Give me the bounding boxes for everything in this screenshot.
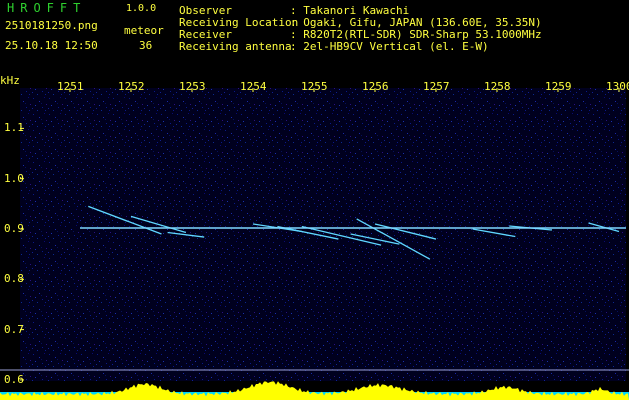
y-tick-label: 1.0	[4, 171, 24, 185]
antenna-label: Receiving antenna	[179, 40, 292, 53]
x-tick-label: 1300	[606, 80, 629, 93]
event-count: 36	[139, 39, 153, 52]
event-type-label: meteor	[124, 24, 164, 37]
y-tick-label: 0.7	[4, 322, 24, 336]
x-tick-label: 1258	[484, 80, 511, 93]
y-tick-label: 0.9	[4, 222, 24, 235]
spectrogram-background	[20, 88, 626, 381]
timestamp: 25.10.18 12:50	[5, 39, 98, 52]
x-tick-label: 1255	[301, 80, 328, 93]
app-title: HROFFT	[7, 1, 87, 15]
x-tick-label: 1259	[545, 80, 572, 93]
power-trace	[0, 381, 629, 400]
x-tick-label: 1251	[57, 80, 84, 93]
antenna-value: : 2el-HB9CV Vertical (el. E-W)	[290, 40, 489, 53]
file-name: 2510181250.png	[5, 19, 98, 32]
spectrogram	[0, 88, 629, 400]
y-axis-unit-label: kHz	[0, 74, 20, 87]
y-tick-label: 0.6	[4, 372, 24, 386]
app-version: 1.0.0	[126, 3, 157, 14]
x-tick-label: 1254	[240, 80, 267, 93]
x-tick-label: 1256	[362, 80, 389, 93]
x-tick-label: 1253	[179, 80, 206, 93]
x-tick-label: 1252	[118, 80, 145, 93]
x-tick-label: 1257	[423, 80, 450, 93]
y-tick-label: 0.8	[4, 272, 24, 286]
y-tick-label: 1.1	[4, 121, 24, 135]
power-trace-group	[0, 381, 629, 400]
